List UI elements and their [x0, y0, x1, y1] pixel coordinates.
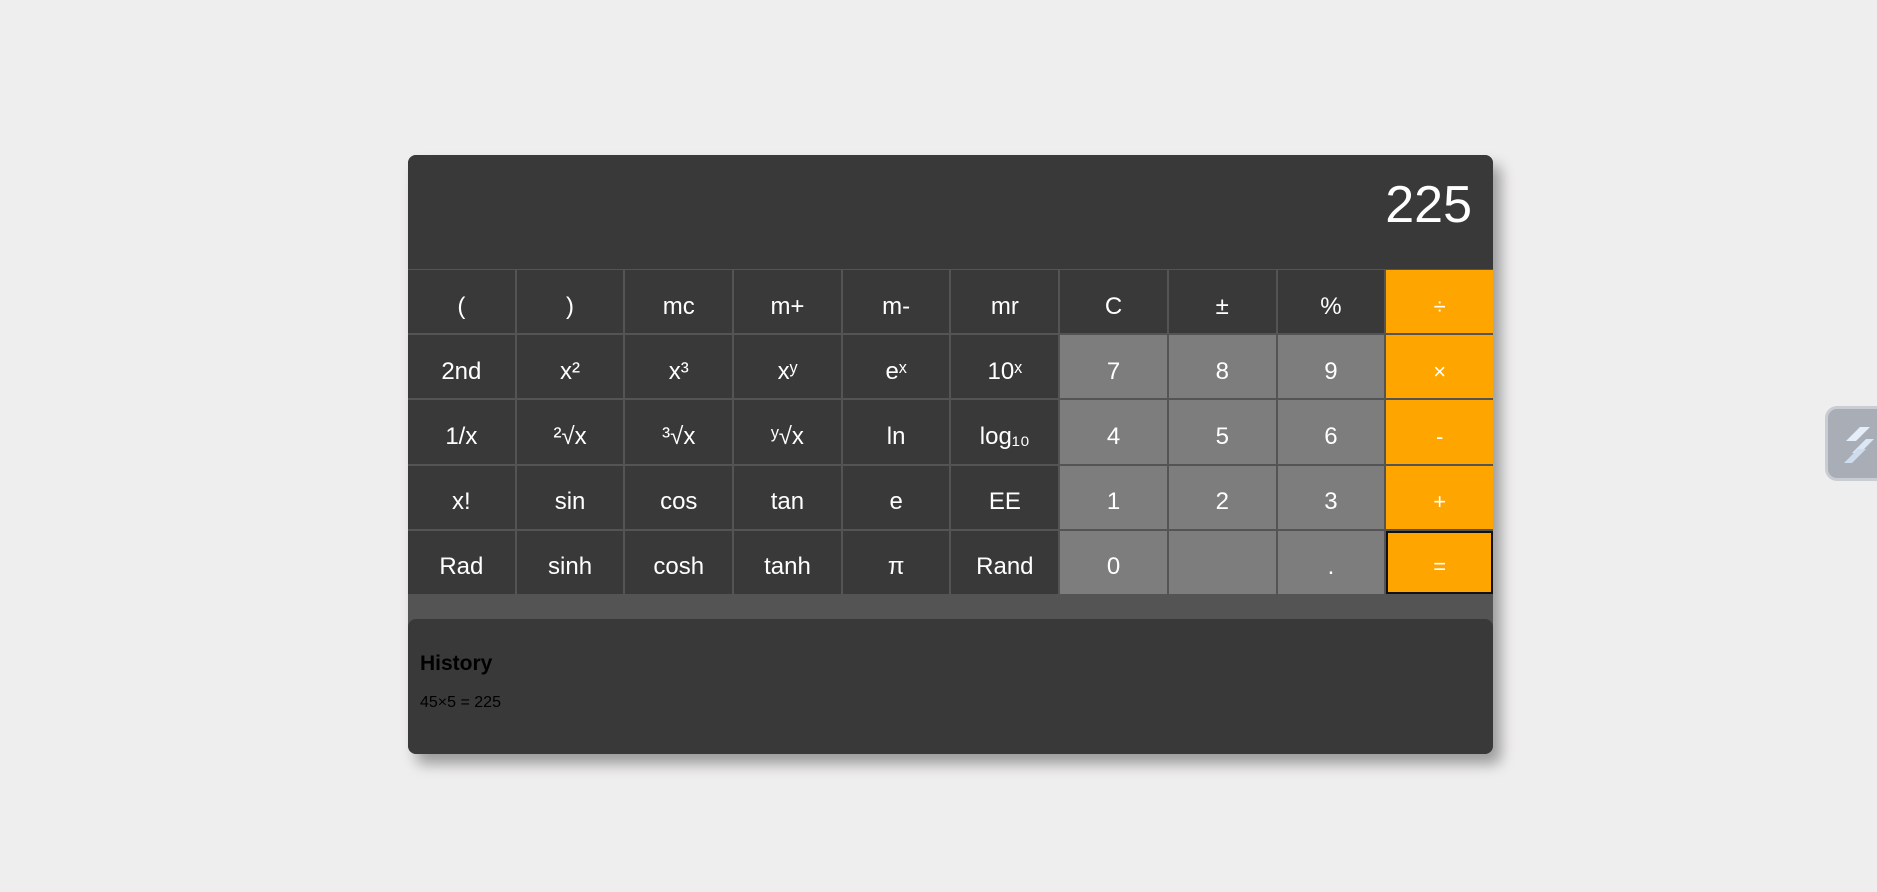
digit-2-button[interactable]: 2: [1168, 465, 1276, 529]
divide-button[interactable]: ÷: [1386, 270, 1493, 334]
history-entry[interactable]: 45×5 = 225: [420, 694, 1481, 712]
memory-add-button[interactable]: m+: [734, 270, 841, 334]
memory-recall-button[interactable]: mr: [951, 270, 1059, 334]
ee-button[interactable]: EE: [951, 465, 1059, 529]
add-button[interactable]: +: [1386, 465, 1493, 529]
sinh-button[interactable]: sinh: [516, 530, 624, 594]
calculator: 225 ( ) mc m+ m- mr C ± % ÷ 2nd x² x³ xʸ…: [408, 155, 1493, 754]
reciprocal-button[interactable]: 1/x: [408, 400, 515, 464]
rad-button[interactable]: Rad: [408, 530, 515, 594]
square-root-button[interactable]: ²√x: [516, 400, 624, 464]
cube-button[interactable]: x³: [625, 335, 733, 399]
open-paren-button[interactable]: (: [408, 270, 515, 334]
second-function-button[interactable]: 2nd: [408, 335, 515, 399]
digit-3-button[interactable]: 3: [1277, 465, 1385, 529]
history-title: History: [420, 652, 493, 675]
ln-button[interactable]: ln: [842, 400, 950, 464]
euler-button[interactable]: e: [842, 465, 950, 529]
cube-root-button[interactable]: ³√x: [625, 400, 733, 464]
clear-button[interactable]: C: [1060, 270, 1167, 334]
edge-tool-icon: [1844, 427, 1874, 463]
cos-button[interactable]: cos: [625, 465, 733, 529]
ten-power-button[interactable]: 10ˣ: [951, 335, 1059, 399]
multiply-button[interactable]: ×: [1386, 335, 1493, 399]
digit-8-button[interactable]: 8: [1168, 335, 1276, 399]
pi-button[interactable]: π: [842, 530, 950, 594]
decimal-button[interactable]: .: [1277, 530, 1385, 594]
memory-subtract-button[interactable]: m-: [842, 270, 950, 334]
tanh-button[interactable]: tanh: [734, 530, 841, 594]
digit-4-button[interactable]: 4: [1060, 400, 1167, 464]
equals-button[interactable]: =: [1386, 530, 1493, 594]
digit-6-button[interactable]: 6: [1277, 400, 1385, 464]
exp-button[interactable]: eˣ: [842, 335, 950, 399]
digit-0-button[interactable]: 0: [1060, 530, 1167, 594]
percent-button[interactable]: %: [1277, 270, 1385, 334]
digit-5-button[interactable]: 5: [1168, 400, 1276, 464]
plus-minus-button[interactable]: ±: [1168, 270, 1276, 334]
factorial-button[interactable]: x!: [408, 465, 515, 529]
memory-clear-button[interactable]: mc: [625, 270, 733, 334]
log10-button[interactable]: log₁₀: [951, 400, 1059, 464]
sin-button[interactable]: sin: [516, 465, 624, 529]
side-widget[interactable]: [1825, 406, 1877, 481]
rand-button[interactable]: Rand: [951, 530, 1059, 594]
tan-button[interactable]: tan: [734, 465, 841, 529]
close-paren-button[interactable]: ): [516, 270, 624, 334]
y-root-button[interactable]: ʸ√x: [734, 400, 841, 464]
subtract-button[interactable]: -: [1386, 400, 1493, 464]
digit-9-button[interactable]: 9: [1277, 335, 1385, 399]
digit-7-button[interactable]: 7: [1060, 335, 1167, 399]
keypad: ( ) mc m+ m- mr C ± % ÷ 2nd x² x³ xʸ eˣ …: [408, 270, 1493, 594]
calculator-display: 225: [408, 155, 1493, 269]
power-y-button[interactable]: xʸ: [734, 335, 841, 399]
digit-1-button[interactable]: 1: [1060, 465, 1167, 529]
history-panel: History 45×5 = 225: [408, 619, 1493, 754]
cosh-button[interactable]: cosh: [625, 530, 733, 594]
blank-button[interactable]: [1168, 530, 1276, 594]
square-button[interactable]: x²: [516, 335, 624, 399]
